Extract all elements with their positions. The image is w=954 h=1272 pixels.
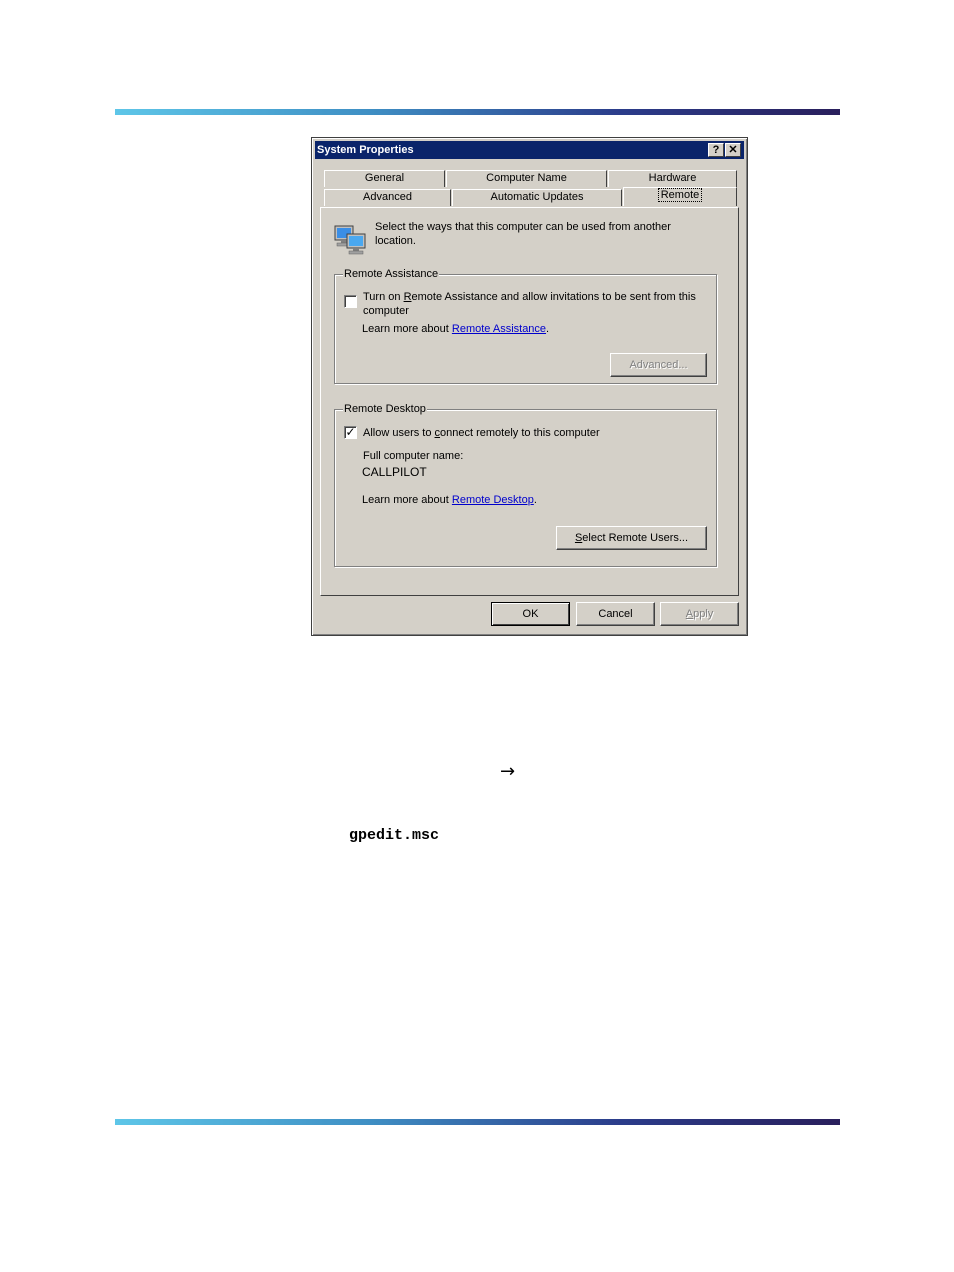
ra-label-post: emote Assistance and allow invitations t… (411, 291, 696, 303)
gpedit-command-text: gpedit.msc (349, 827, 440, 844)
remote-assistance-label: Remote Assistance (343, 267, 440, 281)
ra-learn-suffix: . (546, 323, 550, 335)
system-properties-dialog: System Properties ? ✕ General Computer N… (311, 137, 748, 636)
dialog-title: System Properties (317, 144, 414, 156)
intro-text-line1: Select the ways that this computer can b… (375, 221, 671, 233)
remote-assistance-link[interactable]: Remote Assistance (452, 323, 546, 335)
remote-desktop-learn-more: Learn more about Remote Desktop. (362, 493, 537, 507)
remote-desktop-checkbox-label[interactable]: Allow users to connect remotely to this … (363, 426, 600, 440)
cancel-button[interactable]: Cancel (576, 602, 655, 626)
rd-label-pre: Allow users to (363, 427, 435, 439)
select-users-rest: elect Remote Users... (582, 532, 689, 544)
tab-hardware[interactable]: Hardware (608, 170, 737, 187)
ra-label-pre: Turn on (363, 291, 404, 303)
intro-text-line2: location. (375, 235, 416, 247)
tab-automatic-updates[interactable]: Automatic Updates (452, 189, 622, 206)
ra-learn-prefix: Learn more about (362, 323, 452, 335)
remote-tab-panel: Select the ways that this computer can b… (320, 207, 739, 596)
remote-assistance-learn-more: Learn more about Remote Assistance. (362, 322, 549, 336)
apply-rest: pply (693, 608, 714, 620)
advanced-button[interactable]: Advanced... (610, 353, 707, 377)
menu-arrow-glyph: → (500, 761, 516, 782)
remote-desktop-label: Remote Desktop (343, 402, 427, 416)
remote-desktop-group: Remote Desktop ✓ Allow users to connect … (334, 402, 717, 567)
tab-advanced[interactable]: Advanced (324, 189, 451, 206)
apply-accel: A (685, 608, 694, 620)
apply-button[interactable]: Apply (660, 602, 739, 626)
rd-learn-prefix: Learn more about (362, 494, 452, 506)
footer-rule (115, 1119, 840, 1125)
header-rule (115, 109, 840, 115)
remote-assistance-checkbox-label-line2: computer (363, 305, 409, 317)
full-computer-name-label: Full computer name: (363, 450, 464, 462)
select-remote-users-button[interactable]: Select Remote Users... (556, 526, 707, 550)
remote-desktop-checkbox[interactable]: ✓ (344, 426, 357, 439)
close-icon[interactable]: ✕ (725, 143, 741, 157)
rd-label-post: onnect remotely to this computer (440, 427, 600, 439)
help-icon[interactable]: ? (708, 143, 724, 157)
tab-general[interactable]: General (324, 170, 445, 187)
tab-remote[interactable]: Remote (623, 187, 737, 206)
remote-assistance-group: Remote Assistance Turn on Remote Assista… (334, 267, 717, 384)
remote-computer-icon (334, 225, 366, 255)
tab-computer-name[interactable]: Computer Name (446, 170, 607, 187)
ra-label-accel: R (403, 291, 412, 303)
ok-button[interactable]: OK (491, 602, 570, 626)
remote-assistance-checkbox[interactable] (344, 295, 357, 308)
rd-learn-suffix: . (533, 494, 537, 506)
dialog-titlebar: System Properties ? ✕ (315, 141, 744, 159)
tab-remote-label: Remote (657, 188, 703, 202)
remote-assistance-checkbox-label[interactable]: Turn on Remote Assistance and allow invi… (363, 290, 696, 304)
remote-desktop-link[interactable]: Remote Desktop (452, 494, 534, 506)
full-computer-name-value: CALLPILOT (362, 465, 427, 479)
